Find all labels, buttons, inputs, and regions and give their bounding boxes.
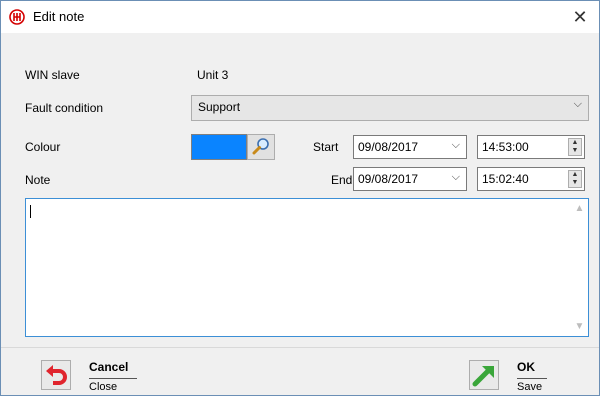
scroll-down-icon[interactable]: ▼	[571, 321, 588, 332]
spin-up-icon[interactable]: ▲	[569, 139, 581, 147]
cancel-sub-label: Close	[89, 378, 137, 393]
win-slave-value: Unit 3	[197, 68, 229, 82]
ok-button[interactable]	[469, 360, 499, 390]
close-button[interactable]: ✕	[567, 5, 593, 29]
undo-arrow-icon	[46, 365, 67, 385]
start-label: Start	[313, 140, 339, 154]
spin-down-icon[interactable]: ▼	[569, 179, 581, 187]
start-time-spinner[interactable]: ▲ ▼	[568, 138, 582, 156]
colour-label: Colour	[25, 140, 61, 154]
end-time-field[interactable]: 15:02:40 ▲ ▼	[477, 167, 585, 191]
ok-label[interactable]: OK	[517, 360, 535, 374]
end-date-picker[interactable]: 09/08/2017 ⌵	[353, 167, 467, 191]
fault-condition-value: Support	[198, 100, 241, 114]
text-caret	[30, 205, 31, 218]
chevron-down-icon: ⌵	[451, 139, 460, 151]
title-bar: Edit note ✕	[1, 1, 599, 33]
end-time-value: 15:02:40	[482, 172, 529, 186]
win-slave-label: WIN slave	[25, 68, 80, 82]
colour-picker-button[interactable]	[247, 134, 275, 160]
note-textarea[interactable]: ▲ ▼	[25, 198, 589, 337]
magnifier-icon	[252, 138, 269, 155]
close-icon: ✕	[572, 7, 588, 27]
colour-swatch[interactable]	[191, 134, 247, 160]
fault-condition-select[interactable]: Support ⌵	[191, 95, 589, 121]
start-date-picker[interactable]: 09/08/2017 ⌵	[353, 135, 467, 159]
scroll-up-icon[interactable]: ▲	[571, 203, 588, 214]
cancel-button[interactable]	[41, 360, 71, 390]
edit-note-dialog: Edit note ✕ WIN slave Unit 3 Fault condi…	[0, 0, 600, 396]
app-logo-icon	[9, 9, 25, 25]
spin-down-icon[interactable]: ▼	[569, 147, 581, 155]
start-date-value: 09/08/2017	[358, 140, 419, 154]
green-arrow-icon	[472, 366, 494, 387]
ok-sub-label: Save	[517, 378, 547, 393]
start-time-value: 14:53:00	[482, 140, 529, 154]
note-label: Note	[25, 173, 51, 187]
dialog-body: WIN slave Unit 3 Fault condition Support…	[1, 33, 599, 347]
end-time-spinner[interactable]: ▲ ▼	[568, 170, 582, 188]
chevron-down-icon: ⌵	[451, 171, 460, 183]
note-scrollbar[interactable]: ▲ ▼	[571, 199, 588, 336]
chevron-down-icon: ⌵	[573, 98, 582, 110]
cancel-label[interactable]: Cancel	[89, 360, 128, 374]
end-label: End	[331, 173, 353, 187]
dialog-footer: Cancel Close OK Save	[1, 347, 599, 395]
dialog-title: Edit note	[33, 9, 85, 24]
spin-up-icon[interactable]: ▲	[569, 171, 581, 179]
fault-condition-label: Fault condition	[25, 101, 104, 115]
end-date-value: 09/08/2017	[358, 172, 419, 186]
start-time-field[interactable]: 14:53:00 ▲ ▼	[477, 135, 585, 159]
